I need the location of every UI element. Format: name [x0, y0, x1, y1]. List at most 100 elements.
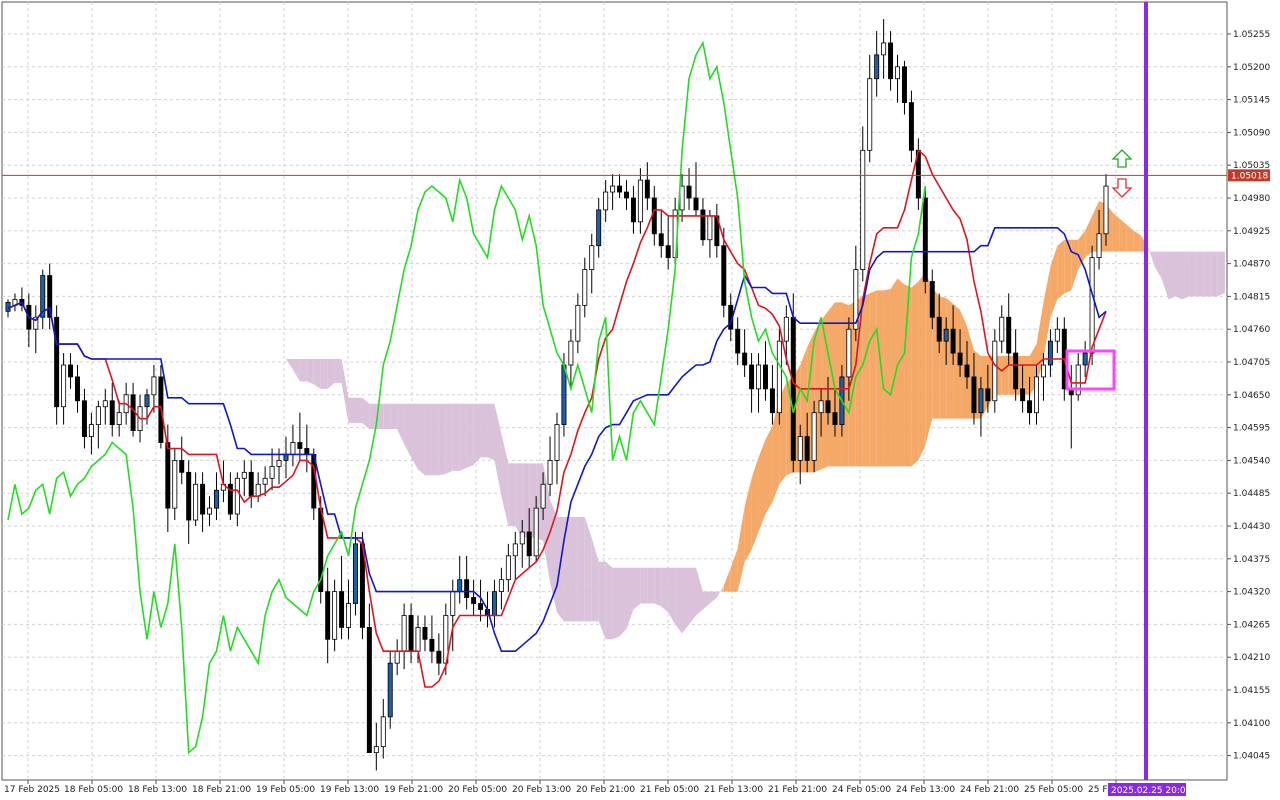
candle-body: [679, 185, 685, 211]
candle-body: [700, 209, 706, 241]
price-tick-label: 1.04925: [1233, 227, 1270, 237]
candle-body: [762, 364, 768, 390]
price-tick-label: 1.04980: [1233, 194, 1270, 204]
cloud-segment: [1196, 251, 1204, 297]
candle-body: [366, 626, 372, 754]
candle-body: [797, 436, 803, 461]
cloud-segment: [1203, 251, 1211, 297]
candle-body: [651, 197, 657, 235]
time-tick-label: 24 Feb 21:00: [960, 785, 1019, 795]
candle-body: [505, 555, 511, 581]
candle-body: [276, 459, 282, 467]
candle-body: [637, 179, 643, 223]
cloud-segment: [299, 359, 307, 382]
cloud-segment: [612, 567, 620, 640]
cloud-segment: [418, 403, 425, 476]
price-tick-label: 1.04375: [1233, 555, 1270, 565]
candle-body: [644, 179, 650, 199]
candle-body: [554, 424, 560, 461]
candle-body: [825, 400, 831, 414]
price-tick-label: 1.04485: [1233, 489, 1270, 499]
time-tick-label: 19 Feb 13:00: [320, 785, 379, 795]
candle-body: [1034, 376, 1039, 414]
price-tick-label: 1.05255: [1233, 30, 1270, 40]
cloud-segment: [619, 567, 627, 637]
cloud-segment: [1057, 239, 1065, 300]
candle-body: [818, 400, 824, 414]
candle-body: [943, 328, 949, 342]
time-tick-label: 25 Feb 05:00: [1024, 785, 1083, 795]
candle-body: [436, 650, 442, 664]
candle-body: [1027, 400, 1033, 414]
candle-body: [964, 364, 970, 378]
candle-body: [116, 412, 122, 426]
candle-body: [165, 442, 171, 509]
candle-body: [929, 281, 935, 318]
candle-body: [234, 477, 240, 515]
candle-body: [422, 626, 428, 640]
candle-body: [88, 424, 94, 437]
candle-body: [561, 364, 567, 426]
cloud-segment: [1224, 251, 1225, 294]
time-tick-label: 21 Feb 05:00: [640, 785, 699, 795]
cloud-segment: [515, 463, 523, 538]
candle-body: [1013, 352, 1019, 390]
cloud-segment: [1168, 251, 1176, 300]
cloud-segment: [897, 278, 905, 467]
time-tick-label: 25 F: [1088, 785, 1108, 795]
candle-body: [304, 448, 310, 455]
candle-body: [269, 465, 275, 479]
candle-body: [769, 388, 775, 414]
cloud-segment: [577, 517, 585, 622]
candle-body: [75, 376, 80, 402]
candle-body: [901, 66, 907, 103]
cloud-segment: [682, 567, 690, 634]
candle-body: [207, 507, 213, 515]
cloud-segment: [431, 403, 439, 476]
candle-body: [255, 483, 261, 497]
cloud-segment: [320, 359, 328, 389]
price-tick-label: 1.04760: [1233, 325, 1270, 335]
cloud-segment: [1001, 356, 1009, 395]
candle-body: [582, 269, 588, 306]
cloud-segment: [522, 463, 530, 538]
candle-body: [429, 638, 435, 652]
candle-body: [109, 400, 115, 426]
candle-body: [888, 42, 894, 80]
candle-body: [186, 471, 192, 521]
cloud-segment: [939, 296, 947, 419]
cloud-segment: [640, 567, 648, 604]
candle-body: [922, 197, 928, 282]
candle-body: [575, 304, 581, 342]
candle-body: [172, 459, 178, 509]
cloud-segment: [1189, 251, 1197, 297]
candle-body: [721, 245, 727, 306]
candle-body: [568, 340, 574, 366]
cloud-segment: [675, 567, 683, 634]
candle-body: [630, 197, 636, 223]
candle-body: [1054, 328, 1060, 342]
candle-body: [936, 316, 942, 342]
cloud-segment: [508, 463, 516, 526]
candle-body: [526, 531, 532, 557]
time-tick-label: 21 Feb 13:00: [704, 785, 763, 795]
candle-body: [1047, 340, 1053, 366]
cloud-segment: [383, 403, 391, 430]
time-tick-label: 17 Feb 2025: [4, 785, 60, 795]
candle-body: [151, 376, 157, 396]
candle-body: [693, 197, 699, 211]
candle-body: [102, 400, 108, 408]
candle-body: [346, 603, 352, 628]
candle-body: [193, 483, 199, 521]
candle-body: [457, 579, 463, 593]
cloud-segment: [334, 359, 342, 383]
candle-body: [1103, 185, 1109, 235]
candle-body: [283, 454, 289, 461]
cloud-segment: [487, 403, 495, 461]
candle-body: [540, 483, 546, 509]
candle-body: [1096, 233, 1102, 259]
time-tick-label: 20 Feb 13:00: [512, 785, 571, 795]
candle-body: [144, 394, 150, 408]
candle-body: [665, 245, 671, 259]
candle-body: [519, 531, 525, 545]
